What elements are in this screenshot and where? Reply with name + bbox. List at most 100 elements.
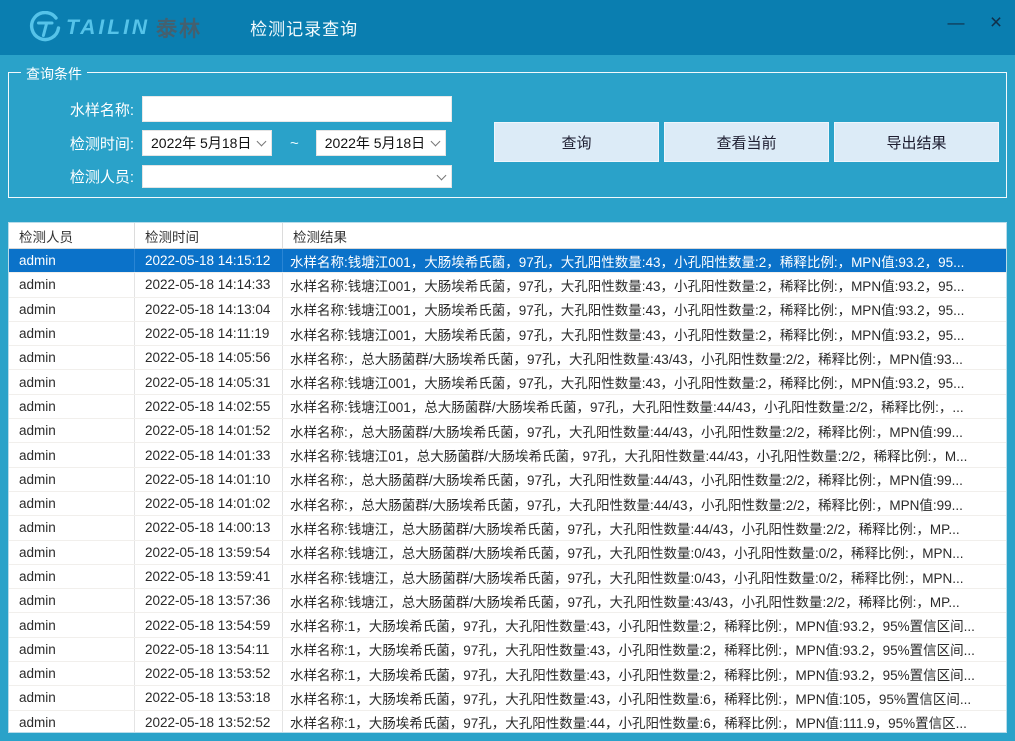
cell-user: admin <box>9 273 135 296</box>
cell-result: 水样名称:1，大肠埃希氏菌，97孔，大孔阳性数量:43，小孔阳性数量:2，稀释比… <box>283 662 1006 685</box>
close-button[interactable]: × <box>983 10 1009 36</box>
table-row[interactable]: admin 2022-05-18 14:01:33 水样名称:钱塘江01，总大肠… <box>9 443 1006 467</box>
table-row[interactable]: admin 2022-05-18 13:59:41 水样名称:钱塘江，总大肠菌群… <box>9 565 1006 589</box>
table-row[interactable]: admin 2022-05-18 13:57:36 水样名称:钱塘江，总大肠菌群… <box>9 589 1006 613</box>
cell-result: 水样名称:钱塘江001，总大肠菌群/大肠埃希氏菌，97孔，大孔阳性数量:44/4… <box>283 395 1006 418</box>
cell-time: 2022-05-18 13:53:18 <box>135 686 283 709</box>
table-row[interactable]: admin 2022-05-18 13:59:54 水样名称:钱塘江，总大肠菌群… <box>9 541 1006 565</box>
results-table: 检测人员 检测时间 检测结果 admin 2022-05-18 14:15:12… <box>8 222 1007 733</box>
export-results-button[interactable]: 导出结果 <box>834 122 999 162</box>
table-row[interactable]: admin 2022-05-18 14:11:19 水样名称:钱塘江001，大肠… <box>9 322 1006 346</box>
cell-time: 2022-05-18 13:57:36 <box>135 589 283 612</box>
cell-user: admin <box>9 711 135 733</box>
cell-time: 2022-05-18 13:59:54 <box>135 541 283 564</box>
table-row[interactable]: admin 2022-05-18 13:53:18 水样名称:1，大肠埃希氏菌，… <box>9 686 1006 710</box>
table-row[interactable]: admin 2022-05-18 14:05:31 水样名称:钱塘江001，大肠… <box>9 370 1006 394</box>
table-row[interactable]: admin 2022-05-18 13:54:59 水样名称:1，大肠埃希氏菌，… <box>9 613 1006 637</box>
operator-row: 检测人员: <box>54 165 452 188</box>
tailin-logo: TAILIN 泰林 <box>28 11 202 45</box>
table-row[interactable]: admin 2022-05-18 13:52:52 水样名称:1，大肠埃希氏菌，… <box>9 711 1006 733</box>
app-window: TAILIN 泰林 检测记录查询 — × 查询条件 水样名称: 检测时间: 20… <box>0 0 1015 741</box>
cell-result: 水样名称:1，大肠埃希氏菌，97孔，大孔阳性数量:44，小孔阳性数量:6，稀释比… <box>283 711 1006 733</box>
cell-time: 2022-05-18 14:11:19 <box>135 322 283 345</box>
titlebar: TAILIN 泰林 检测记录查询 — × <box>0 0 1015 55</box>
date-to-value: 2022年 5月18日 <box>325 133 425 153</box>
cell-time: 2022-05-18 13:54:59 <box>135 613 283 636</box>
minimize-button[interactable]: — <box>943 10 969 36</box>
table-row[interactable]: admin 2022-05-18 14:15:12 水样名称:钱塘江001，大肠… <box>9 249 1006 273</box>
cell-result: 水样名称:钱塘江，总大肠菌群/大肠埃希氏菌，97孔，大孔阳性数量:0/43，小孔… <box>283 565 1006 588</box>
cell-user: admin <box>9 686 135 709</box>
cell-time: 2022-05-18 14:01:10 <box>135 468 283 491</box>
column-header-user[interactable]: 检测人员 <box>9 223 135 248</box>
table-row[interactable]: admin 2022-05-18 14:13:04 水样名称:钱塘江001，大肠… <box>9 298 1006 322</box>
brand-text-cn: 泰林 <box>156 13 202 43</box>
table-row[interactable]: admin 2022-05-18 13:54:11 水样名称:1，大肠埃希氏菌，… <box>9 638 1006 662</box>
cell-time: 2022-05-18 13:52:52 <box>135 711 283 733</box>
cell-user: admin <box>9 322 135 345</box>
column-header-result[interactable]: 检测结果 <box>283 223 1006 248</box>
cell-user: admin <box>9 346 135 369</box>
table-row[interactable]: admin 2022-05-18 14:01:02 水样名称:，总大肠菌群/大肠… <box>9 492 1006 516</box>
cell-result: 水样名称:1，大肠埃希氏菌，97孔，大孔阳性数量:43，小孔阳性数量:2，稀释比… <box>283 638 1006 661</box>
date-from-select[interactable]: 2022年 5月18日 <box>142 130 272 156</box>
query-panel-title: 查询条件 <box>21 64 87 84</box>
tailin-logo-icon <box>28 11 62 45</box>
cell-result: 水样名称:1，大肠埃希氏菌，97孔，大孔阳性数量:43，小孔阳性数量:6，稀释比… <box>283 686 1006 709</box>
view-current-button[interactable]: 查看当前 <box>664 122 829 162</box>
window-controls: — × <box>943 10 1009 36</box>
cell-result: 水样名称:钱塘江001，大肠埃希氏菌，97孔，大孔阳性数量:43，小孔阳性数量:… <box>283 370 1006 393</box>
sample-name-row: 水样名称: <box>54 96 452 122</box>
cell-time: 2022-05-18 14:01:52 <box>135 419 283 442</box>
cell-time: 2022-05-18 13:54:11 <box>135 638 283 661</box>
cell-user: admin <box>9 443 135 466</box>
operator-select[interactable] <box>142 165 452 188</box>
cell-time: 2022-05-18 14:13:04 <box>135 298 283 321</box>
table-row[interactable]: admin 2022-05-18 14:14:33 水样名称:钱塘江001，大肠… <box>9 273 1006 297</box>
cell-user: admin <box>9 468 135 491</box>
cell-time: 2022-05-18 14:05:31 <box>135 370 283 393</box>
cell-user: admin <box>9 492 135 515</box>
table-row[interactable]: admin 2022-05-18 13:53:52 水样名称:1，大肠埃希氏菌，… <box>9 662 1006 686</box>
cell-user: admin <box>9 541 135 564</box>
cell-user: admin <box>9 589 135 612</box>
table-row[interactable]: admin 2022-05-18 14:01:10 水样名称:，总大肠菌群/大肠… <box>9 468 1006 492</box>
cell-time: 2022-05-18 14:00:13 <box>135 516 283 539</box>
table-row[interactable]: admin 2022-05-18 14:00:13 水样名称:钱塘江，总大肠菌群… <box>9 516 1006 540</box>
cell-result: 水样名称:，总大肠菌群/大肠埃希氏菌，97孔，大孔阳性数量:44/43，小孔阳性… <box>283 492 1006 515</box>
table-body: admin 2022-05-18 14:15:12 水样名称:钱塘江001，大肠… <box>9 249 1006 733</box>
cell-time: 2022-05-18 13:59:41 <box>135 565 283 588</box>
cell-time: 2022-05-18 14:15:12 <box>135 249 283 272</box>
cell-time: 2022-05-18 14:14:33 <box>135 273 283 296</box>
chevron-down-icon <box>437 170 447 180</box>
cell-result: 水样名称:钱塘江01，总大肠菌群/大肠埃希氏菌，97孔，大孔阳性数量:44/43… <box>283 443 1006 466</box>
action-buttons: 查询 查看当前 导出结果 <box>494 122 999 162</box>
cell-user: admin <box>9 516 135 539</box>
table-row[interactable]: admin 2022-05-18 14:02:55 水样名称:钱塘江001，总大… <box>9 395 1006 419</box>
column-header-time[interactable]: 检测时间 <box>135 223 283 248</box>
cell-result: 水样名称:钱塘江001，大肠埃希氏菌，97孔，大孔阳性数量:43，小孔阳性数量:… <box>283 322 1006 345</box>
cell-user: admin <box>9 298 135 321</box>
cell-result: 水样名称:，总大肠菌群/大肠埃希氏菌，97孔，大孔阳性数量:43/43，小孔阳性… <box>283 346 1006 369</box>
sample-name-input[interactable] <box>142 96 452 122</box>
table-header: 检测人员 检测时间 检测结果 <box>9 223 1006 249</box>
chevron-down-icon <box>430 137 440 147</box>
query-panel: 查询条件 水样名称: 检测时间: 2022年 5月18日 ~ 2022年 5月1… <box>8 72 1007 198</box>
cell-user: admin <box>9 395 135 418</box>
cell-user: admin <box>9 662 135 685</box>
table-row[interactable]: admin 2022-05-18 14:01:52 水样名称:，总大肠菌群/大肠… <box>9 419 1006 443</box>
cell-result: 水样名称:1，大肠埃希氏菌，97孔，大孔阳性数量:43，小孔阳性数量:2，稀释比… <box>283 613 1006 636</box>
table-row[interactable]: admin 2022-05-18 14:05:56 水样名称:，总大肠菌群/大肠… <box>9 346 1006 370</box>
cell-user: admin <box>9 419 135 442</box>
date-to-select[interactable]: 2022年 5月18日 <box>316 130 446 156</box>
date-range-separator: ~ <box>290 135 299 152</box>
cell-time: 2022-05-18 14:02:55 <box>135 395 283 418</box>
operator-label: 检测人员: <box>54 166 134 187</box>
chevron-down-icon <box>257 137 267 147</box>
cell-result: 水样名称:钱塘江001，大肠埃希氏菌，97孔，大孔阳性数量:43，小孔阳性数量:… <box>283 249 1006 272</box>
brand-text: TAILIN <box>66 16 150 40</box>
cell-time: 2022-05-18 14:01:33 <box>135 443 283 466</box>
query-button[interactable]: 查询 <box>494 122 659 162</box>
cell-result: 水样名称:钱塘江，总大肠菌群/大肠埃希氏菌，97孔，大孔阳性数量:44/43，小… <box>283 516 1006 539</box>
cell-result: 水样名称:钱塘江001，大肠埃希氏菌，97孔，大孔阳性数量:43，小孔阳性数量:… <box>283 273 1006 296</box>
